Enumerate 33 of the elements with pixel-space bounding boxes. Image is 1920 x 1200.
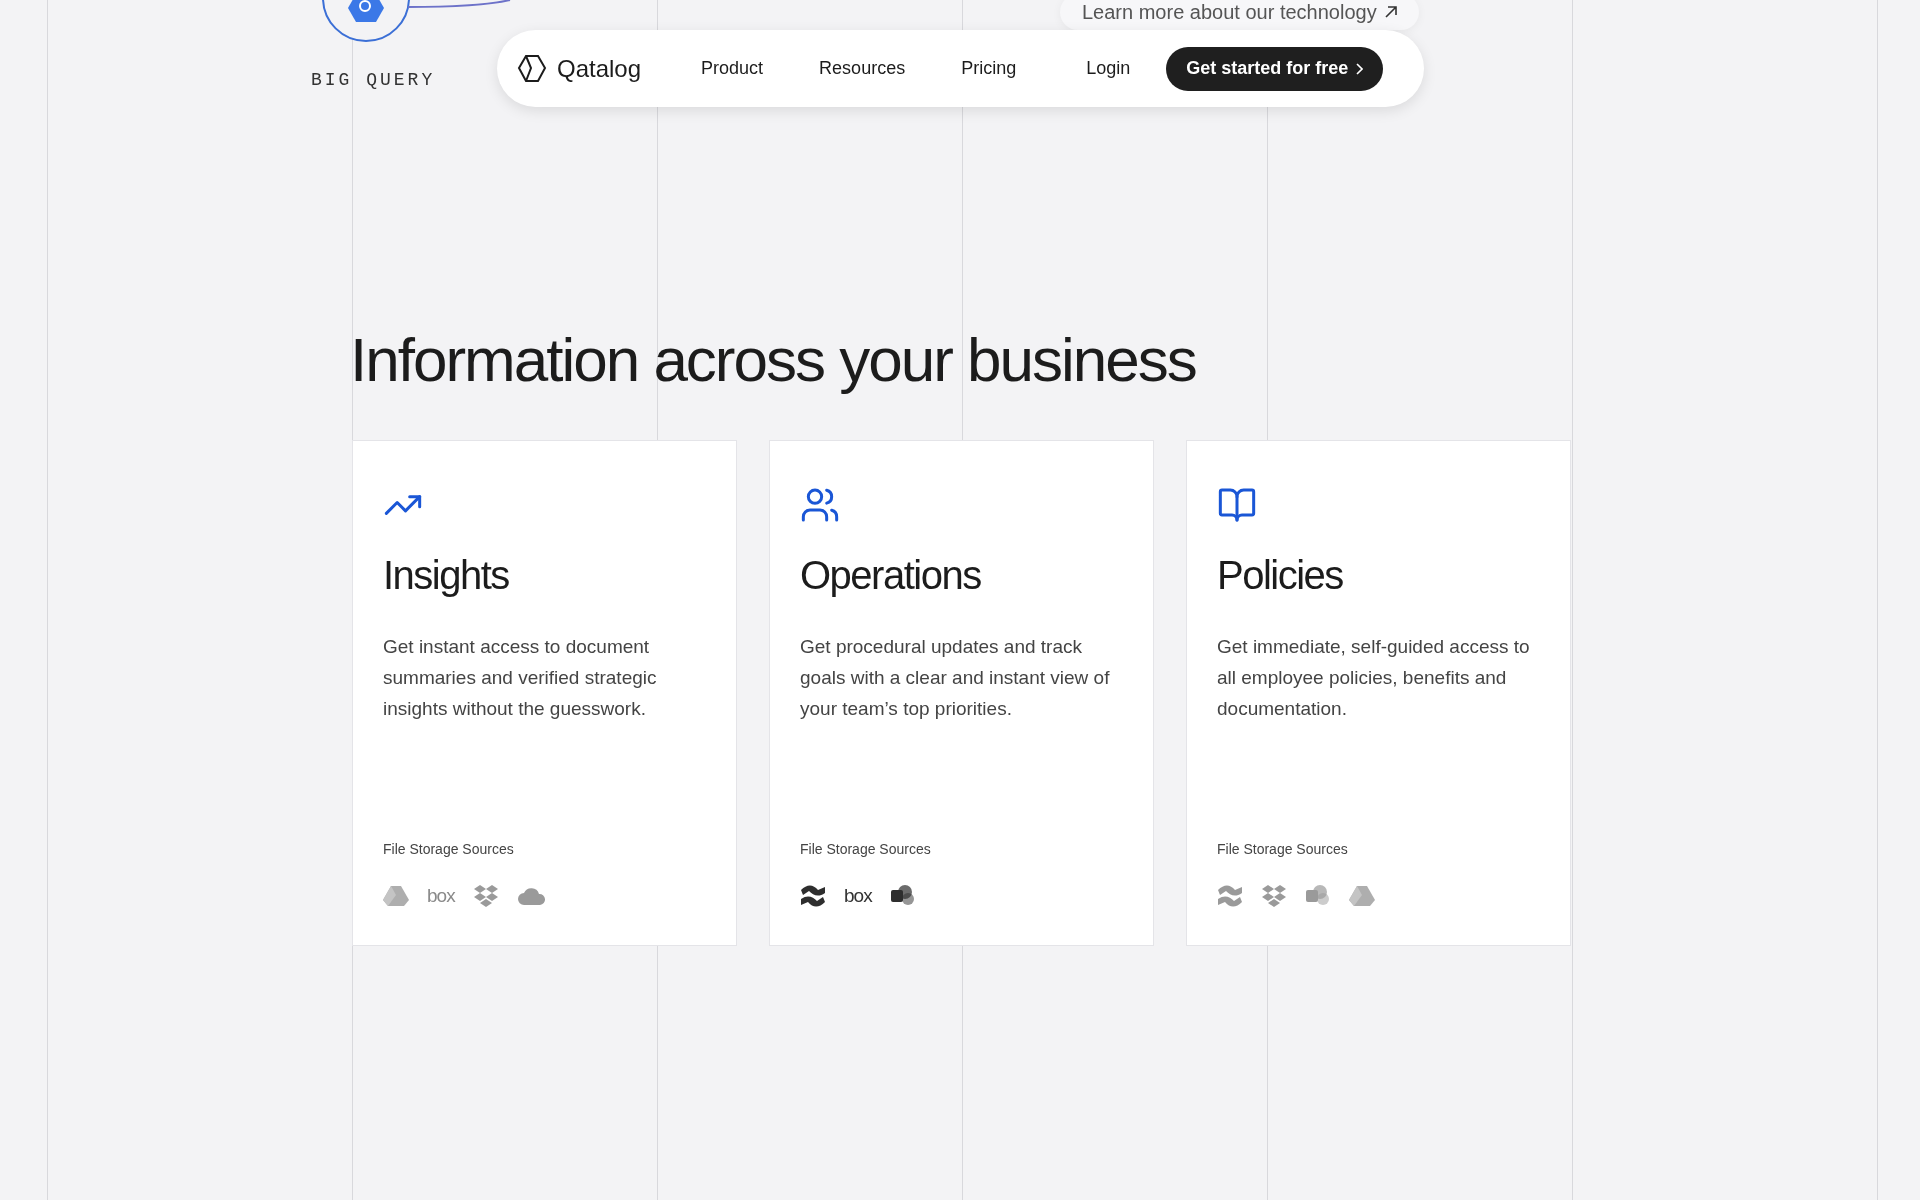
box-logo: box — [427, 885, 455, 907]
chevron-icon — [1356, 62, 1364, 75]
nav-link[interactable]: Pricing — [961, 58, 1017, 79]
dropbox-icon — [1261, 885, 1287, 907]
arrow-icon — [1384, 6, 1397, 18]
learn-more-link[interactable]: Learn more about our technology — [1060, 0, 1419, 30]
card-title: Insights — [383, 553, 510, 597]
triangle-logo-icon — [1349, 885, 1375, 907]
brand-name: Qatalog — [557, 54, 642, 83]
nav-link[interactable]: Login — [1086, 58, 1131, 79]
card-description: Get immediate, self-guided access to all employee policies, benefits and documentation. — [1217, 635, 1531, 721]
dropbox-icon — [472, 885, 499, 907]
card-title: Policies — [1217, 553, 1344, 597]
node-label: BIG QUERY — [311, 70, 436, 90]
card-description: Get instant access to document summaries and verified strategic insights without the guesswork. — [383, 635, 658, 721]
nav-link[interactable]: Resources — [819, 58, 906, 79]
hexagon-logo-icon — [517, 53, 547, 84]
sources-label: File Storage Sources — [800, 841, 932, 857]
section-heading: Information across your business — [350, 324, 1197, 396]
confluence-logo-icon — [800, 883, 826, 909]
card-title: Operations — [800, 553, 982, 597]
confluence-logo-icon — [1217, 883, 1243, 909]
sources-label: File Storage Sources — [1217, 841, 1349, 857]
get-started-button[interactable]: Get started for free — [1166, 46, 1384, 91]
card-description: Get procedural updates and track goals with a clear and instant view of your team’s top priorities. — [800, 635, 1111, 721]
sharepoint-logo-icon — [889, 884, 916, 908]
brand-logo[interactable]: Qatalog — [517, 53, 642, 84]
sharepoint-logo-icon — [1305, 884, 1331, 908]
nav-link[interactable]: Product — [701, 58, 764, 79]
triangle-logo-icon — [383, 885, 409, 907]
sources-label: File Storage Sources — [383, 841, 515, 857]
cloud-icon — [516, 887, 545, 905]
box-logo: box — [844, 885, 872, 907]
